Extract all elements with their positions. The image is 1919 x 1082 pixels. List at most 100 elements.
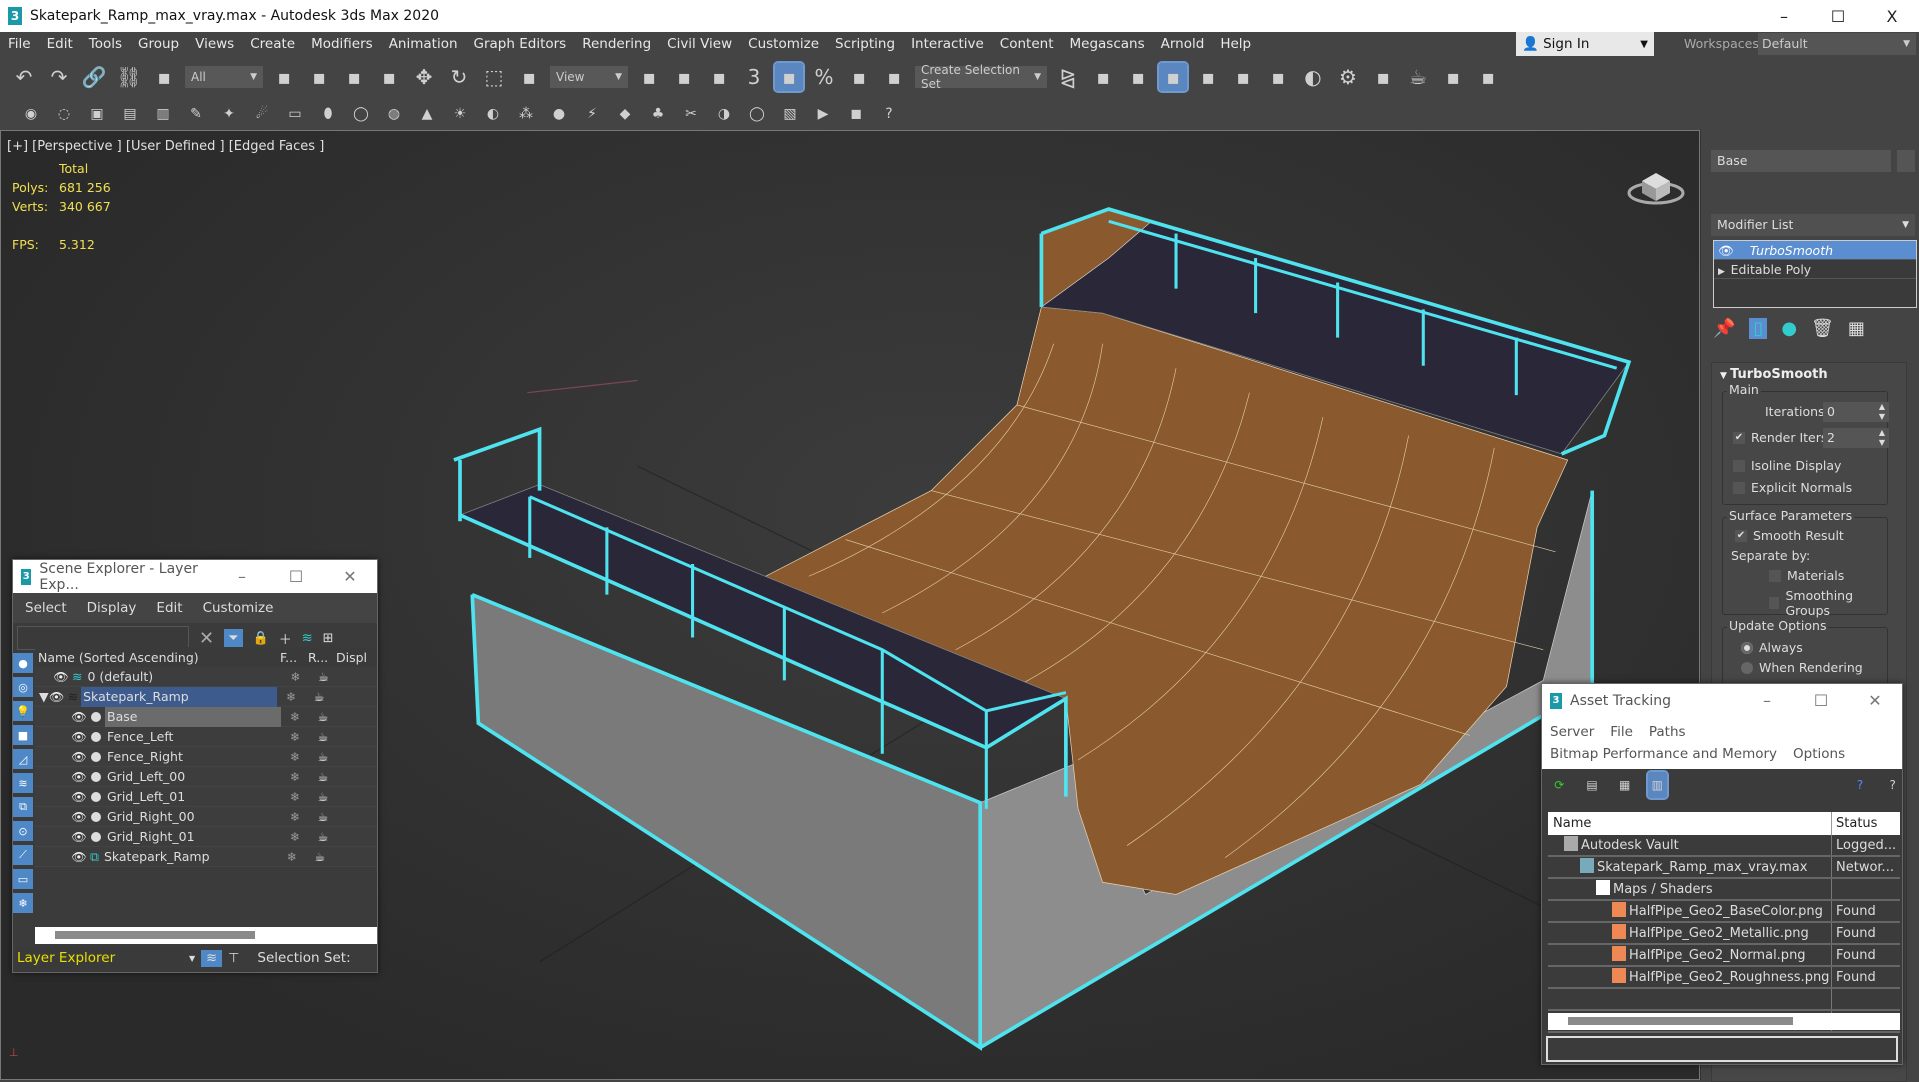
link-icon[interactable]: 🔗 [80, 63, 108, 91]
scene-tree-row[interactable]: 👁 Grid_Left_01 ❄ ☕ [35, 787, 377, 807]
freeze-icon[interactable]: ❄ [281, 710, 309, 724]
freeze-icon[interactable]: ❄ [281, 770, 309, 784]
explorer-mode-dropdown[interactable]: Layer Explorer [15, 947, 183, 969]
viewcube-icon[interactable] [1626, 161, 1686, 211]
freeze-icon[interactable]: ❄ [278, 850, 306, 864]
vray-clipper-icon[interactable]: ♣ [647, 103, 669, 125]
visibility-eye-icon[interactable]: 👁 [71, 810, 87, 824]
horizontal-scrollbar[interactable] [1548, 1013, 1900, 1030]
scene-tree-row[interactable]: 👁 Grid_Left_00 ❄ ☕ [35, 767, 377, 787]
containers-filter-icon[interactable]: ▭ [13, 869, 33, 889]
smooth-result-checkbox[interactable]: ✔ Smooth Result [1735, 528, 1844, 543]
hierarchy-mode-icon[interactable]: ⊤ [228, 951, 239, 966]
maximize-button[interactable]: ☐ [1811, 0, 1865, 32]
vray-log-icon[interactable]: ▥ [152, 103, 174, 125]
angle-snap-icon[interactable]: ▪ [773, 61, 805, 93]
asset-row[interactable]: Autodesk Vault Logged... [1548, 835, 1900, 857]
close-button[interactable]: ✕ [1848, 691, 1902, 710]
visibility-eye-icon[interactable]: 👁 [71, 850, 87, 864]
schematic-view-icon[interactable]: ▪ [1264, 63, 1292, 91]
scrollbar-thumb[interactable] [1568, 1017, 1793, 1025]
vray-fur-icon[interactable]: ☄ [251, 103, 273, 125]
scene-tree-row[interactable]: 👁 Grid_Right_01 ❄ ☕ [35, 827, 377, 847]
path-status-field[interactable] [1546, 1036, 1898, 1062]
pin-stack-icon[interactable]: 📌 [1713, 318, 1735, 339]
renderable-teapot-icon[interactable]: ☕ [309, 710, 337, 724]
expand-arrow-icon[interactable]: ▼ [39, 689, 49, 704]
rotate-icon[interactable]: ↻ [445, 63, 473, 91]
sign-in-dropdown[interactable]: 👤 Sign In ▼ [1516, 32, 1654, 56]
renderable-teapot-icon[interactable]: ☕ [309, 810, 337, 824]
modifier-turbosmooth[interactable]: 👁 TurboSmooth [1714, 241, 1916, 260]
move-icon[interactable]: ✥ [410, 63, 438, 91]
table-view-icon[interactable]: ▥ [1646, 770, 1669, 800]
vray-ipr-icon[interactable]: ▶ [812, 103, 834, 125]
asset-row[interactable]: HalfPipe_Geo2_Normal.png Found [1548, 945, 1900, 967]
maximize-button[interactable]: ☐ [269, 567, 323, 586]
remove-modifier-icon[interactable]: 🗑 [1811, 318, 1834, 339]
menu-help[interactable]: Help [1212, 36, 1259, 52]
shapes-filter-icon[interactable]: ◎ [13, 677, 33, 697]
freeze-icon[interactable]: ❄ [281, 730, 309, 744]
asset-row[interactable]: HalfPipe_Geo2_BaseColor.png Found [1548, 901, 1900, 923]
vray-ies-icon[interactable]: ✎ [185, 103, 207, 125]
modifier-list-dropdown[interactable]: Modifier List ▼ [1711, 214, 1915, 236]
render-iters-checkbox[interactable]: ✔ Render Iters: [1733, 430, 1832, 445]
layer-manager-icon[interactable]: ▪ [1124, 63, 1152, 91]
vray-sphere-icon[interactable]: ⬮ [317, 103, 339, 125]
scene-tree-row[interactable]: 👁 Fence_Left ❄ ☕ [35, 727, 377, 747]
spinner-arrows-icon[interactable]: ▲ ▼ [1879, 428, 1885, 448]
curve-editor-icon[interactable]: ▪ [1229, 63, 1257, 91]
always-radio[interactable]: Always [1741, 640, 1803, 655]
menu-scripting[interactable]: Scripting [827, 36, 903, 52]
freeze-icon[interactable]: ❄ [281, 810, 309, 824]
scrollbar-thumb[interactable] [55, 931, 255, 939]
menu-views[interactable]: Views [187, 36, 242, 52]
maximize-button[interactable]: ☐ [1794, 691, 1848, 710]
renderable-teapot-icon[interactable]: ☕ [309, 770, 337, 784]
spinner-snap-icon[interactable]: ▪ [845, 63, 873, 91]
redo-icon[interactable]: ↷ [45, 63, 73, 91]
freeze-icon[interactable]: ❄ [281, 750, 309, 764]
menu-create[interactable]: Create [242, 36, 303, 52]
column-display[interactable]: Displ [336, 650, 367, 665]
groups-filter-icon[interactable]: ⧉ [13, 797, 33, 817]
explicit-normals-checkbox[interactable]: Explicit Normals [1733, 480, 1852, 495]
asset-row[interactable]: Maps / Shaders [1548, 879, 1900, 901]
vray-help-icon[interactable]: ? [878, 103, 900, 125]
object-color-swatch[interactable] [1897, 150, 1915, 172]
filter-icon[interactable]: ⏷ [224, 628, 243, 648]
undo-icon[interactable]: ↶ [10, 63, 38, 91]
render-setup-icon[interactable]: ⚙ [1334, 63, 1362, 91]
pivot-icon[interactable]: ▪ [635, 63, 663, 91]
vray-lister-icon[interactable]: ▧ [779, 103, 801, 125]
hierarchy-icon[interactable]: ⊞ [323, 631, 334, 646]
align-icon[interactable]: ▪ [1089, 63, 1117, 91]
vray-fb-icon[interactable]: ▣ [86, 103, 108, 125]
material-editor-icon[interactable]: ◐ [1299, 63, 1327, 91]
help-icon[interactable]: ? [1851, 772, 1870, 798]
menu-graph-editors[interactable]: Graph Editors [466, 36, 575, 52]
vray-scatter-icon[interactable]: ⚡ [581, 103, 603, 125]
vray-material-icon[interactable]: ● [548, 103, 570, 125]
menu-customize[interactable]: Customize [203, 600, 274, 616]
freeze-icon[interactable]: ❄ [281, 670, 309, 684]
render-icon[interactable]: ☕ [1404, 63, 1432, 91]
keyboard-shortcut-icon[interactable]: ▪ [705, 63, 733, 91]
scene-tree-row[interactable]: 👁 Grid_Right_00 ❄ ☕ [35, 807, 377, 827]
vray-ambient-icon[interactable]: ◐ [482, 103, 504, 125]
mirror-icon[interactable]: ⧎ [1054, 63, 1082, 91]
bones-filter-icon[interactable]: ⟋ [13, 845, 33, 865]
eye-icon[interactable]: 👁 [1718, 243, 1750, 258]
rollout-title[interactable]: ▼ TurboSmooth [1712, 363, 1906, 382]
select-object-icon[interactable]: ▪ [270, 63, 298, 91]
menu-edit[interactable]: Edit [39, 36, 81, 52]
make-unique-icon[interactable]: ● [1781, 318, 1797, 339]
scene-tree-row[interactable]: 👁 ⧉ Skatepark_Ramp ❄ ☕ [35, 847, 377, 867]
configure-modifier-sets-icon[interactable]: ▦ [1848, 318, 1865, 339]
menu-megascans[interactable]: Megascans [1062, 36, 1153, 52]
visibility-eye-icon[interactable]: 👁 [71, 730, 87, 744]
place-icon[interactable]: ▪ [515, 63, 543, 91]
menu-server[interactable]: Server [1550, 724, 1594, 740]
menu-rendering[interactable]: Rendering [574, 36, 659, 52]
